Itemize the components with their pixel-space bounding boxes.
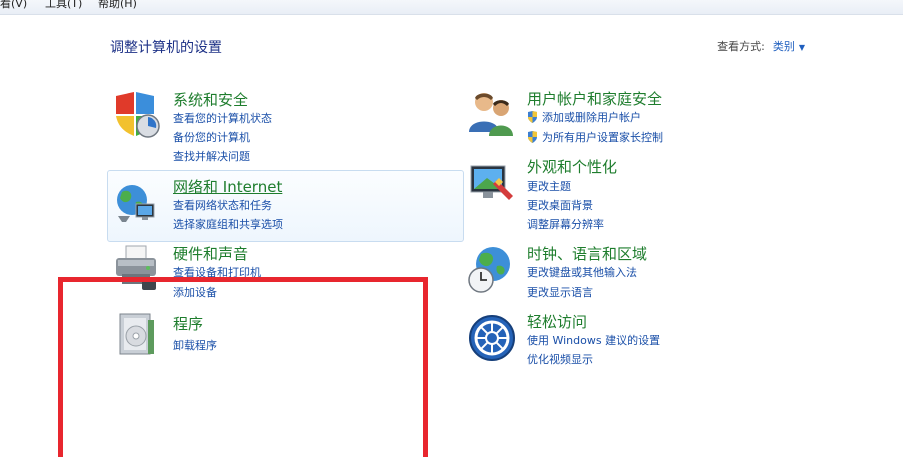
link-change-desktop-background[interactable]: 更改桌面背景 bbox=[527, 197, 593, 213]
red-highlight-annotation bbox=[58, 277, 428, 457]
link-homegroup-sharing[interactable]: 选择家庭组和共享选项 bbox=[173, 216, 283, 232]
category-title-system-security[interactable]: 系统和安全 bbox=[173, 89, 248, 110]
ease-of-access-icon[interactable] bbox=[467, 313, 517, 363]
chevron-down-icon[interactable]: ▼ bbox=[799, 43, 805, 52]
category-title-clock-region[interactable]: 时钟、语言和区域 bbox=[527, 243, 647, 264]
uac-shield-icon bbox=[528, 131, 537, 143]
page-title: 调整计算机的设置 bbox=[110, 40, 222, 56]
globe-clock-icon[interactable] bbox=[467, 244, 517, 294]
network-globe-icon[interactable] bbox=[112, 178, 162, 228]
link-change-display-language[interactable]: 更改显示语言 bbox=[527, 284, 593, 300]
link-parental-controls-label: 为所有用户设置家长控制 bbox=[542, 131, 663, 144]
category-title-ease-of-access[interactable]: 轻松访问 bbox=[527, 311, 587, 332]
link-add-remove-accounts-label: 添加或删除用户帐户 bbox=[542, 111, 641, 124]
view-by-dropdown[interactable]: 类别 bbox=[773, 40, 795, 53]
menu-view[interactable]: 看(V) bbox=[0, 0, 27, 10]
link-change-keyboards[interactable]: 更改键盘或其他输入法 bbox=[527, 264, 637, 280]
shield-icon[interactable] bbox=[112, 90, 162, 140]
menu-bar: 看(V) 工具(T) 帮助(H) bbox=[0, 0, 903, 15]
category-title-user-accounts[interactable]: 用户帐户和家庭安全 bbox=[527, 88, 662, 109]
link-recommended-settings[interactable]: 使用 Windows 建议的设置 bbox=[527, 332, 660, 348]
uac-shield-icon bbox=[528, 111, 537, 123]
view-by-label: 查看方式: bbox=[717, 40, 765, 53]
view-by: 查看方式: 类别 ▼ bbox=[717, 38, 805, 54]
category-title-hardware[interactable]: 硬件和声音 bbox=[173, 243, 248, 264]
users-icon[interactable] bbox=[467, 88, 517, 138]
monitor-paint-icon[interactable] bbox=[467, 160, 517, 210]
link-backup-computer[interactable]: 备份您的计算机 bbox=[173, 129, 250, 145]
link-optimize-visual-display[interactable]: 优化视频显示 bbox=[527, 351, 593, 367]
category-title-appearance[interactable]: 外观和个性化 bbox=[527, 156, 617, 177]
link-add-remove-accounts[interactable]: 添加或删除用户帐户 bbox=[527, 109, 641, 125]
menu-help[interactable]: 帮助(H) bbox=[98, 0, 137, 10]
menu-tools[interactable]: 工具(T) bbox=[45, 0, 82, 10]
link-adjust-resolution[interactable]: 调整屏幕分辨率 bbox=[527, 216, 604, 232]
link-change-theme[interactable]: 更改主题 bbox=[527, 178, 571, 194]
link-parental-controls[interactable]: 为所有用户设置家长控制 bbox=[527, 129, 663, 145]
link-view-network-status[interactable]: 查看网络状态和任务 bbox=[173, 197, 272, 213]
category-title-network[interactable]: 网络和 Internet bbox=[173, 176, 282, 197]
link-view-computer-status[interactable]: 查看您的计算机状态 bbox=[173, 110, 272, 126]
link-find-fix-problems[interactable]: 查找并解决问题 bbox=[173, 148, 250, 164]
